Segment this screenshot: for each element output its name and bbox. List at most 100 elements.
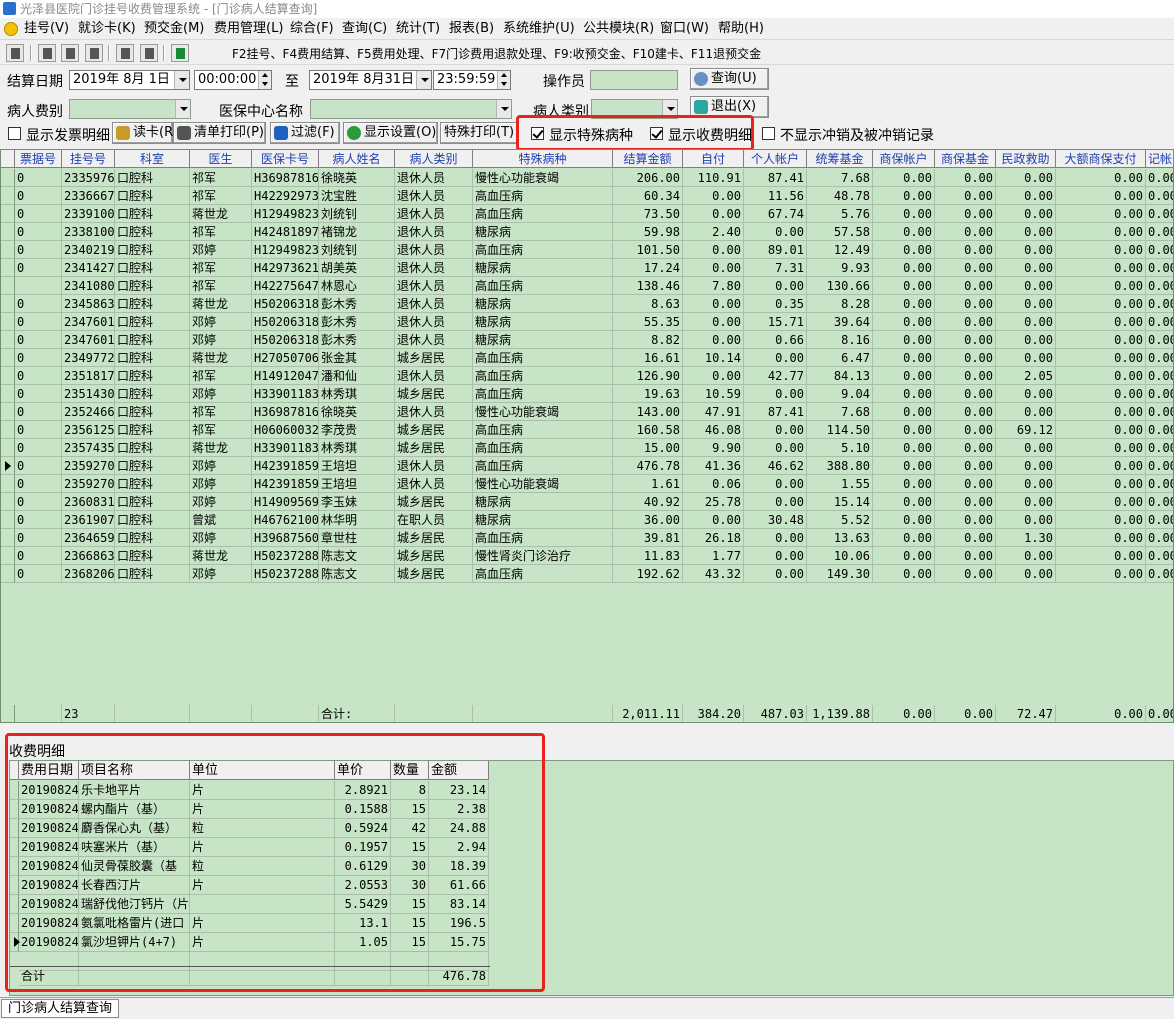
book-icon[interactable]: [38, 44, 56, 62]
detail-total-row[interactable]: 合计 476.78: [10, 966, 490, 986]
show-fee-detail-checkbox[interactable]: [650, 127, 663, 140]
exit-button[interactable]: 退出(X): [690, 96, 769, 118]
table-row[interactable]: 0 2359270 口腔科 邓婷 H42391859 王培坦 退休人员 慢性心功能衰竭 1.61…: [1, 475, 1173, 493]
column-header[interactable]: 统筹基金: [807, 150, 873, 168]
detail-row[interactable]: 20190824 螺内酯片（基）片 0.1588 15 2.38: [10, 800, 490, 819]
table-row[interactable]: 0 2357435 口腔科 蒋世龙 H33901183 林秀琪 城乡居民 高血压病 15.00 9…: [1, 439, 1173, 457]
column-header[interactable]: 个人帐户: [744, 150, 807, 168]
column-header[interactable]: 商保基金: [935, 150, 996, 168]
column-header[interactable]: 病人姓名: [319, 150, 395, 168]
table-row[interactable]: 0 2368206 口腔科 邓婷 H50237288 陈志文 城乡居民 高血压病 192.62 4…: [1, 565, 1173, 583]
row-indicator[interactable]: [1, 439, 15, 457]
table-row[interactable]: 0 2336667 口腔科 祁军 H42292973 沈宝胜 退休人员 高血压病 60.34 0.…: [1, 187, 1173, 205]
print-list-button[interactable]: 清单打印(P): [173, 122, 266, 144]
row-indicator[interactable]: [1, 421, 15, 439]
row-indicator[interactable]: [1, 493, 15, 511]
row-indicator[interactable]: [1, 259, 15, 277]
row-indicator[interactable]: [1, 385, 15, 403]
table-row[interactable]: 0 2349772 口腔科 蒋世龙 H27050706 张金其 城乡居民 高血压病 16.61 1…: [1, 349, 1173, 367]
tab-settlement-query[interactable]: 门诊病人结算查询: [1, 999, 120, 1018]
row-indicator[interactable]: [1, 403, 15, 421]
table-row[interactable]: 0 2338100 口腔科 祁军 H42481897 褚锦龙 退休人员 糖尿病 59.98 2.4…: [1, 223, 1173, 241]
read-card-button[interactable]: 读卡(R): [112, 122, 178, 144]
patient-type-select[interactable]: [591, 99, 678, 119]
column-header[interactable]: 医生: [190, 150, 252, 168]
detail-row[interactable]: 20190824 长春西汀片片 2.0553 30 61.66: [10, 876, 490, 895]
menu-item-statistics[interactable]: 统计(T): [396, 21, 440, 37]
table-row[interactable]: 0 2361907 口腔科 曾斌 H46762100 林华明 在职人员 糖尿病 36.00 0.0…: [1, 511, 1173, 529]
row-indicator[interactable]: [1, 241, 15, 259]
insurance-center-select[interactable]: [310, 99, 512, 119]
row-indicator[interactable]: [1, 475, 15, 493]
table-row[interactable]: 0 2335976 口腔科 祁军 H36987816 徐晓英 退休人员 慢性心功能衰竭 206.…: [1, 169, 1173, 187]
patient-fee-select[interactable]: [69, 99, 191, 119]
column-header[interactable]: 费用日期: [19, 761, 79, 780]
menu-item-reports[interactable]: 报表(B): [449, 21, 494, 37]
row-indicator[interactable]: [10, 876, 19, 895]
detail-row[interactable]: 20190824 呋塞米片（基）片 0.1957 15 2.94: [10, 838, 490, 857]
table-row[interactable]: 0 2340219 口腔科 邓婷 H12949823 刘统钊 退休人员 高血压病 101.50 0…: [1, 241, 1173, 259]
column-header[interactable]: 民政救助: [996, 150, 1056, 168]
show-invoice-detail-checkbox[interactable]: [8, 127, 21, 140]
table-row[interactable]: 0 2347601 口腔科 邓婷 H50206318 彭木秀 退休人员 糖尿病 8.82 0.00…: [1, 331, 1173, 349]
row-indicator[interactable]: [10, 914, 19, 933]
menu-item-deposit[interactable]: 预交金(M): [144, 21, 204, 37]
display-settings-button[interactable]: 显示设置(O): [343, 122, 438, 144]
detail-header[interactable]: 费用日期 项目名称 单位 单价 数量 金额: [10, 761, 490, 780]
query-button[interactable]: 查询(U): [690, 68, 769, 90]
row-indicator[interactable]: [1, 313, 15, 331]
calculator-icon[interactable]: [140, 44, 158, 62]
save-icon[interactable]: [61, 44, 79, 62]
time-from-field[interactable]: 00:00:00: [194, 70, 272, 90]
spinner-icon[interactable]: [497, 71, 510, 89]
menu-item-general[interactable]: 综合(F): [290, 21, 334, 37]
table-row[interactable]: 0 2352466 口腔科 祁军 H36987816 徐晓英 退休人员 慢性心功能衰竭 143.…: [1, 403, 1173, 421]
column-header[interactable]: 结算金额: [613, 150, 683, 168]
row-indicator[interactable]: [1, 223, 15, 241]
table-row[interactable]: 0 2360831 口腔科 邓婷 H14909569 李玉妹 城乡居民 糖尿病 40.92 25.…: [1, 493, 1173, 511]
print-icon[interactable]: [85, 44, 103, 62]
row-indicator[interactable]: [1, 169, 15, 187]
detail-row[interactable]: 20190824 麝香保心丸（基）粒 0.5924 42 24.88: [10, 819, 490, 838]
chevron-down-icon[interactable]: [662, 100, 677, 118]
column-header[interactable]: 单位: [190, 761, 335, 780]
spinner-icon[interactable]: [258, 71, 271, 89]
row-indicator[interactable]: [1, 277, 15, 295]
menu-item-register[interactable]: 挂号(V): [24, 21, 69, 37]
detail-row[interactable]: 20190824 仙灵骨葆胶囊（基粒 0.6129 30 18.39: [10, 857, 490, 876]
special-print-button[interactable]: 特殊打印(T): [440, 122, 518, 144]
menu-item-query[interactable]: 查询(C): [342, 21, 387, 37]
table-row[interactable]: 0 2351817 口腔科 祁军 H14912047 潘和仙 退休人员 高血压病 126.90 0…: [1, 367, 1173, 385]
menu-item-help[interactable]: 帮助(H): [718, 21, 764, 37]
row-indicator[interactable]: [10, 781, 19, 800]
menu-item-window[interactable]: 窗口(W): [660, 21, 709, 37]
table-row[interactable]: 0 2364659 口腔科 邓婷 H39687560 章世柱 城乡居民 高血压病 39.81 26…: [1, 529, 1173, 547]
summary-row[interactable]: 23 合计: 2,011.11 384.20 487.03 1,139.88 0.00 0.0…: [1, 705, 1173, 722]
table-row[interactable]: 0 2345863 口腔科 蒋世龙 H50206318 彭木秀 退休人员 糖尿病 8.63 0.0…: [1, 295, 1173, 313]
column-header[interactable]: 自付: [683, 150, 744, 168]
calendar-icon[interactable]: [116, 44, 134, 62]
column-header[interactable]: 金额: [429, 761, 489, 780]
thermometer-icon[interactable]: [6, 44, 24, 62]
table-row[interactable]: 0 2366863 口腔科 蒋世龙 H50237288 陈志文 城乡居民 慢性肾炎门诊治疗 11…: [1, 547, 1173, 565]
detail-row[interactable]: 20190824 乐卡地平片片 2.8921 8 23.14: [10, 781, 490, 800]
row-indicator[interactable]: [1, 529, 15, 547]
column-header[interactable]: 记帐: [1146, 150, 1173, 168]
column-header[interactable]: 大额商保支付: [1056, 150, 1146, 168]
column-header[interactable]: 挂号号: [62, 150, 115, 168]
chevron-down-icon[interactable]: [174, 71, 189, 89]
exit-icon[interactable]: [171, 44, 189, 62]
row-indicator[interactable]: [1, 331, 15, 349]
row-indicator[interactable]: [10, 800, 19, 819]
show-special-disease-checkbox[interactable]: [531, 127, 544, 140]
settlement-grid[interactable]: 票据号 挂号号 科室 医生 医保卡号 病人姓名 病人类别 特殊病种 结算金额 自付 个人帐户 统筹基金…: [0, 149, 1174, 723]
row-indicator[interactable]: [1, 367, 15, 385]
table-row[interactable]: 0 2341427 口腔科 祁军 H42973621 胡美英 退休人员 糖尿病 17.24 0.0…: [1, 259, 1173, 277]
column-header[interactable]: 特殊病种: [473, 150, 613, 168]
grid-header[interactable]: 票据号 挂号号 科室 医生 医保卡号 病人姓名 病人类别 特殊病种 结算金额 自付 个人帐户 统筹基金…: [1, 150, 1173, 168]
fee-detail-grid[interactable]: 费用日期 项目名称 单位 单价 数量 金额 20190824 乐卡地平片片 2.8921 8 23.…: [9, 760, 1174, 996]
date-to-picker[interactable]: 2019年 8月31日: [309, 70, 432, 90]
row-indicator[interactable]: [1, 295, 15, 313]
menu-item-maintenance[interactable]: 系统维护(U): [503, 21, 575, 37]
operator-field[interactable]: [590, 70, 678, 90]
